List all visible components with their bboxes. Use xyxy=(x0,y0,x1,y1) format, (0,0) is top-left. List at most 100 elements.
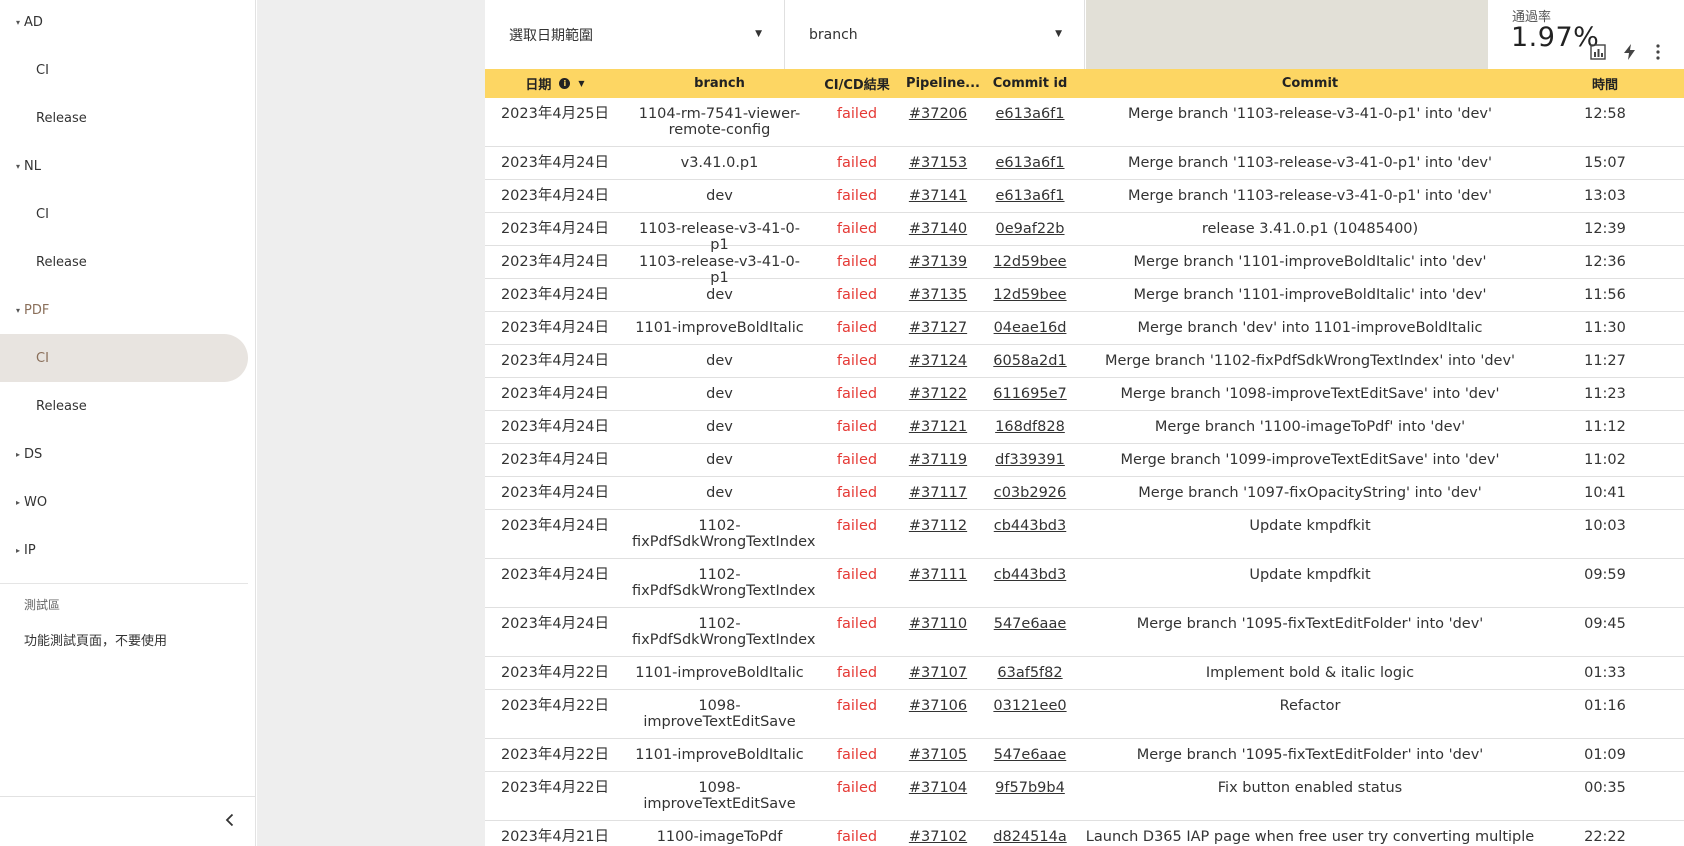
pipeline-link[interactable]: #37107 xyxy=(903,665,973,681)
pipeline-link[interactable]: #37106 xyxy=(903,698,973,714)
branch-select[interactable]: branch ▼ xyxy=(785,0,1085,69)
commit-id-link[interactable]: e613a6f1 xyxy=(985,188,1075,204)
commit-id-link[interactable]: 03121ee0 xyxy=(985,698,1075,714)
sidebar-group-ip[interactable]: ▸ IP xyxy=(0,530,248,570)
pipeline-link[interactable]: #37117 xyxy=(903,485,973,501)
row-branch: 1098-improveTextEditSave xyxy=(643,780,796,812)
pipeline-link[interactable]: #37124 xyxy=(903,353,973,369)
pipeline-link[interactable]: #37139 xyxy=(903,254,973,270)
commit-id-link[interactable]: cb443bd3 xyxy=(985,567,1075,583)
column-header-commit[interactable]: Commit xyxy=(1085,69,1535,98)
table-row[interactable]: 2023年4月24日 1103-release-v3-41-0-p1 failed #… xyxy=(485,213,1684,253)
table-row[interactable]: 2023年4月24日 dev failed #37124 6058a2d1 Merge b… xyxy=(485,345,1684,378)
sidebar-group-label: AD xyxy=(24,14,43,30)
table-row[interactable]: 2023年4月24日 1102-fixPdfSdkWrongTextIndex fa… xyxy=(485,510,1684,559)
pipeline-link[interactable]: #37127 xyxy=(903,320,973,336)
pipeline-link[interactable]: #37110 xyxy=(903,616,973,632)
commit-id-link[interactable]: cb443bd3 xyxy=(985,518,1075,534)
commit-id-link[interactable]: e613a6f1 xyxy=(985,155,1075,171)
pipeline-link[interactable]: #37111 xyxy=(903,567,973,583)
bolt-icon[interactable] xyxy=(1620,42,1640,62)
info-icon[interactable]: i xyxy=(559,78,571,89)
table-row[interactable]: 2023年4月24日 dev failed #37117 c03b2926 Merge b… xyxy=(485,477,1684,510)
pipeline-link[interactable]: #37153 xyxy=(903,155,973,171)
pipeline-link[interactable]: #37121 xyxy=(903,419,973,435)
row-commit-message: Merge branch '1095-fixTextEditFolder' in… xyxy=(1136,616,1484,632)
sidebar-item-test-page[interactable]: 功能測試頁面，不要使用 xyxy=(24,630,167,649)
sidebar-item-ad-release[interactable]: Release xyxy=(0,94,248,142)
row-commit-message: Merge branch '1103-release-v3-41-0-p1' i… xyxy=(1128,188,1492,204)
pipeline-link[interactable]: #37102 xyxy=(903,829,973,845)
commit-id-link[interactable]: 63af5f82 xyxy=(985,665,1075,681)
chevron-down-icon: ▾ xyxy=(15,305,20,315)
pipeline-table: 日期 i ▼ branch CI/CD結果 Pipeline... Commit… xyxy=(485,69,1684,846)
sidebar-item-pdf-release[interactable]: Release xyxy=(0,382,248,430)
sidebar-item-pdf-ci[interactable]: CI xyxy=(0,334,248,382)
table-row[interactable]: 2023年4月24日 1101-improveBoldItalic failed #3… xyxy=(485,312,1684,345)
pipeline-link[interactable]: #37112 xyxy=(903,518,973,534)
sidebar-group-ds[interactable]: ▸ DS xyxy=(0,434,248,474)
commit-id-link[interactable]: 04eae16d xyxy=(985,320,1075,336)
column-header-branch[interactable]: branch xyxy=(632,69,807,98)
date-range-select[interactable]: 選取日期範圍 ▼ xyxy=(485,0,785,69)
table-row[interactable]: 2023年4月22日 1101-improveBoldItalic failed #3… xyxy=(485,739,1684,772)
pipeline-link[interactable]: #37140 xyxy=(903,221,973,237)
table-row[interactable]: 2023年4月25日 1104-rm-7541-viewer-remote-con… xyxy=(485,98,1684,147)
table-row[interactable]: 2023年4月24日 dev failed #37141 e613a6f1 Merge b… xyxy=(485,180,1684,213)
commit-id-link[interactable]: 547e6aae xyxy=(985,616,1075,632)
commit-id-link[interactable]: 12d59bee xyxy=(985,254,1075,270)
column-header-date[interactable]: 日期 i ▼ xyxy=(485,69,625,98)
table-row[interactable]: 2023年4月22日 1098-improveTextEditSave failed… xyxy=(485,690,1684,739)
sidebar-group-nl[interactable]: ▾ NL xyxy=(0,146,248,186)
table-row[interactable]: 2023年4月24日 v3.41.0.p1 failed #37153 e613a6f1… xyxy=(485,147,1684,180)
filter-bar: 選取日期範圍 ▼ branch ▼ 通過率 1.97% xyxy=(485,0,1684,69)
sidebar-group-wo[interactable]: ▸ WO xyxy=(0,482,248,522)
commit-id-link[interactable]: e613a6f1 xyxy=(985,106,1075,122)
table-row[interactable]: 2023年4月22日 1098-improveTextEditSave failed… xyxy=(485,772,1684,821)
more-vert-icon[interactable] xyxy=(1651,42,1665,62)
commit-id-link[interactable]: 0e9af22b xyxy=(985,221,1075,237)
sidebar-item-nl-release[interactable]: Release xyxy=(0,238,248,286)
pipeline-link[interactable]: #37119 xyxy=(903,452,973,468)
row-status: failed xyxy=(836,452,878,468)
commit-id-link[interactable]: 611695e7 xyxy=(985,386,1075,402)
commit-id-link[interactable]: 9f57b9b4 xyxy=(985,780,1075,796)
pipeline-link[interactable]: #37105 xyxy=(903,747,973,763)
commit-id-link[interactable]: df339391 xyxy=(985,452,1075,468)
table-row[interactable]: 2023年4月21日 1100-imageToPdf failed #37102 d82… xyxy=(485,821,1684,846)
row-date: 2023年4月25日 xyxy=(500,106,610,122)
chart-icon[interactable] xyxy=(1588,42,1608,62)
table-row[interactable]: 2023年4月24日 1102-fixPdfSdkWrongTextIndex fa… xyxy=(485,608,1684,657)
sidebar-group-ad[interactable]: ▾ AD xyxy=(0,2,248,42)
column-header-time[interactable]: 時間 xyxy=(1565,69,1645,98)
column-header-pipeline[interactable]: Pipeline... xyxy=(903,69,983,98)
table-row[interactable]: 2023年4月22日 1101-improveBoldItalic failed #3… xyxy=(485,657,1684,690)
sort-desc-icon[interactable]: ▼ xyxy=(578,79,584,88)
table-row[interactable]: 2023年4月24日 dev failed #37119 df339391 Merge b… xyxy=(485,444,1684,477)
commit-id-link[interactable]: 6058a2d1 xyxy=(985,353,1075,369)
column-header-commit-id[interactable]: Commit id xyxy=(985,69,1075,98)
commit-id-link[interactable]: c03b2926 xyxy=(985,485,1075,501)
commit-id-link[interactable]: 547e6aae xyxy=(985,747,1075,763)
table-row[interactable]: 2023年4月24日 dev failed #37135 12d59bee Merge b… xyxy=(485,279,1684,312)
table-row[interactable]: 2023年4月24日 1103-release-v3-41-0-p1 failed #… xyxy=(485,246,1684,286)
pipeline-link[interactable]: #37206 xyxy=(903,106,973,122)
pipeline-link[interactable]: #37135 xyxy=(903,287,973,303)
pipeline-link[interactable]: #37141 xyxy=(903,188,973,204)
commit-id-link[interactable]: 12d59bee xyxy=(985,287,1075,303)
table-row[interactable]: 2023年4月24日 dev failed #37121 168df828 Merge b… xyxy=(485,411,1684,444)
sidebar-group-label: DS xyxy=(24,446,43,462)
collapse-sidebar-button[interactable] xyxy=(216,806,244,834)
pipeline-link[interactable]: #37122 xyxy=(903,386,973,402)
table-row[interactable]: 2023年4月24日 dev failed #37122 611695e7 Merge b… xyxy=(485,378,1684,411)
sidebar-group-pdf[interactable]: ▾ PDF xyxy=(0,290,248,330)
commit-id-link[interactable]: 168df828 xyxy=(985,419,1075,435)
row-commit-message: Merge branch 'dev' into 1101-improveBold… xyxy=(1137,320,1483,336)
commit-id-link[interactable]: d824514a xyxy=(985,829,1075,845)
pipeline-link[interactable]: #37104 xyxy=(903,780,973,796)
table-row[interactable]: 2023年4月24日 1102-fixPdfSdkWrongTextIndex fa… xyxy=(485,559,1684,608)
row-time: 01:09 xyxy=(1584,747,1626,763)
sidebar-item-ad-ci[interactable]: CI xyxy=(0,46,248,94)
sidebar-item-nl-ci[interactable]: CI xyxy=(0,190,248,238)
column-header-status[interactable]: CI/CD結果 xyxy=(817,69,897,98)
